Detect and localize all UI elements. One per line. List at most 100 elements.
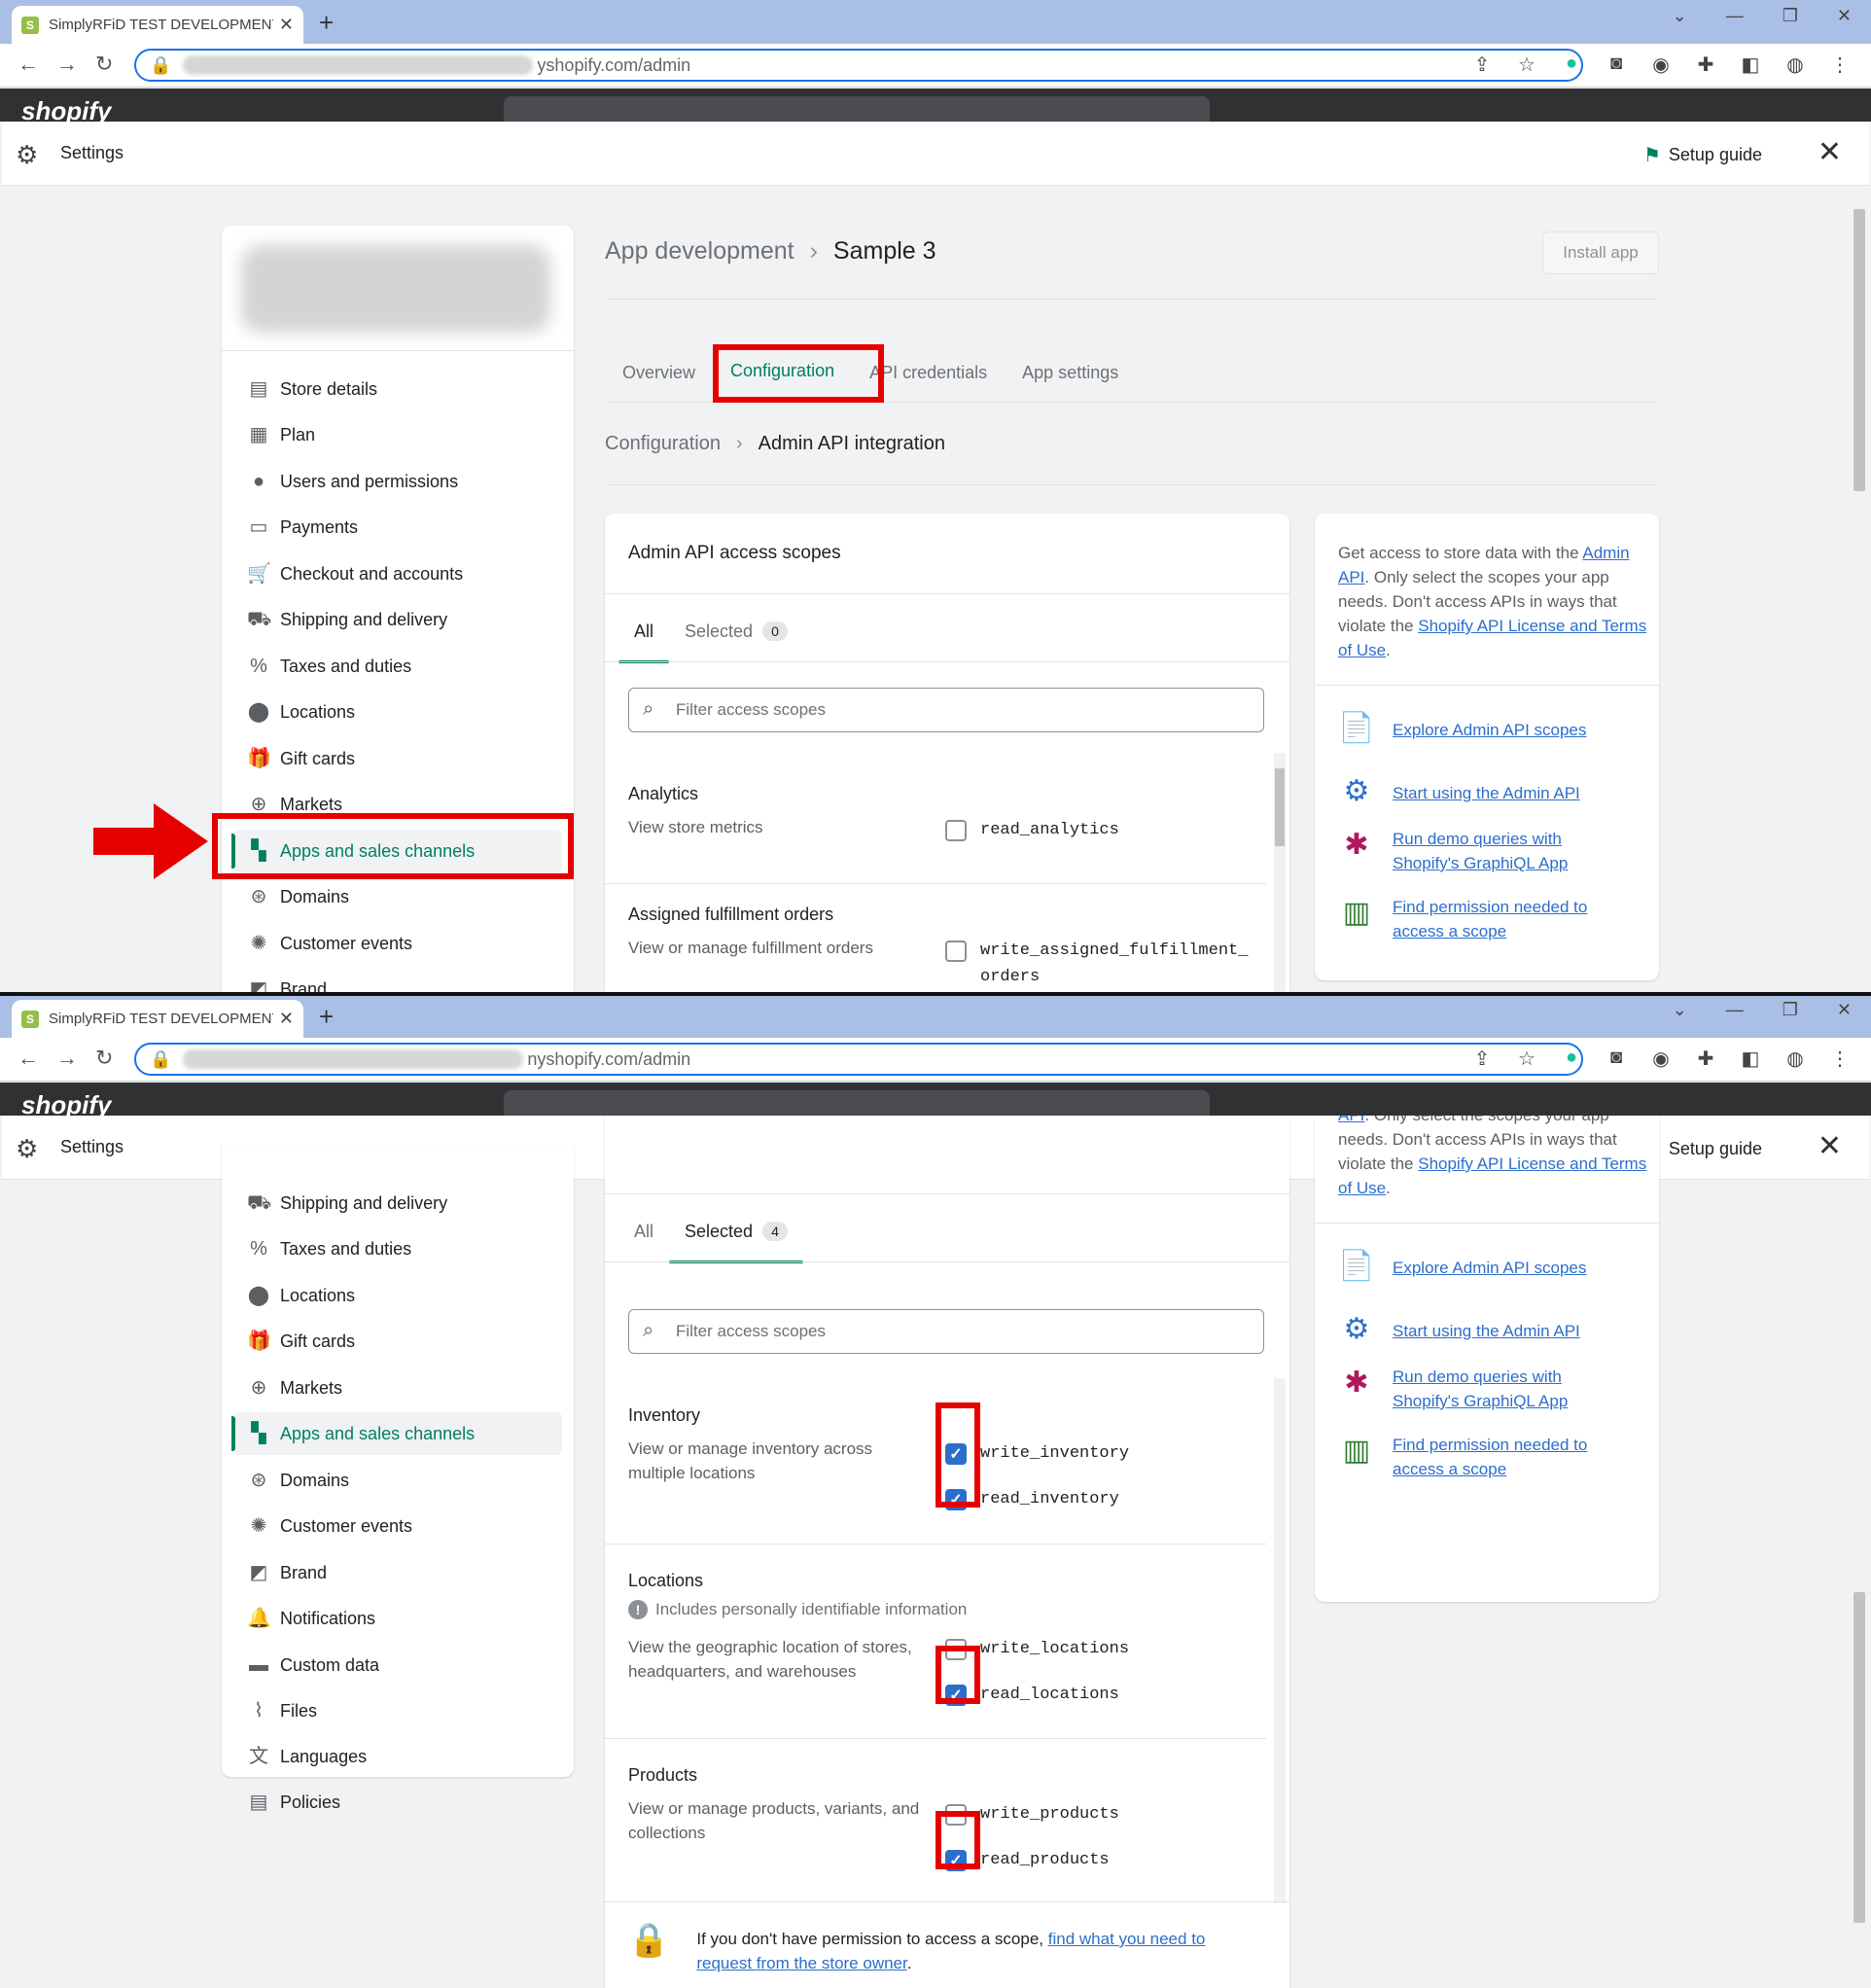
resource-explore-scopes[interactable]: 📄 Explore Admin API scopes: [1338, 710, 1586, 747]
filter-scopes-input[interactable]: ⌕ Filter access scopes: [628, 688, 1264, 732]
sidepanel-icon[interactable]: ◧: [1739, 1047, 1762, 1071]
sidebar-item-notifications[interactable]: 🔔 Notifications: [233, 1597, 562, 1640]
scrollbar-thumb[interactable]: [1853, 1592, 1865, 1923]
sidebar-item-store-details[interactable]: ▤ Store details: [233, 368, 562, 410]
puzzle-icon[interactable]: ✚: [1694, 1047, 1717, 1071]
sidebar-item-brand[interactable]: ◩ Brand: [233, 968, 562, 994]
tab-overview[interactable]: Overview: [605, 345, 713, 400]
resource-graphiql[interactable]: ✱ Run demo queries with Shopify's GraphiQ…: [1338, 827, 1587, 875]
browser-tab[interactable]: S SimplyRFiD TEST DEVELOPMENT ✕: [12, 6, 303, 44]
back-icon[interactable]: ←: [18, 1046, 39, 1071]
resource-start-admin-api[interactable]: ⚙ Start using the Admin API: [1338, 773, 1580, 810]
close-tab-icon[interactable]: ✕: [279, 15, 294, 35]
sidebar-item-files[interactable]: ⌇ Files: [233, 1689, 562, 1732]
setup-guide-button[interactable]: ⚑Setup guide: [1643, 1137, 1762, 1161]
url-field[interactable]: 🔒 yshopify.com/admin: [134, 49, 1583, 82]
tab-search-icon[interactable]: ⌄: [1673, 6, 1687, 26]
sidebar-item-markets[interactable]: ⊕ Markets: [233, 1367, 562, 1409]
resource-find-permission[interactable]: ▥ Find permission needed to access a scop…: [1338, 1433, 1606, 1481]
bookmark-star-icon[interactable]: ☆: [1515, 53, 1538, 77]
sidebar-item-payments[interactable]: ▭ Payments: [233, 506, 562, 549]
resource-graphiql[interactable]: ✱ Run demo queries with Shopify's GraphiQ…: [1338, 1365, 1587, 1413]
restore-icon[interactable]: ❐: [1783, 1000, 1798, 1020]
close-tab-icon[interactable]: ✕: [279, 1009, 294, 1029]
camera-icon[interactable]: ◙: [1605, 1047, 1628, 1071]
share-icon[interactable]: ⇪: [1470, 53, 1494, 77]
sidebar-item-apps[interactable]: ▚ Apps and sales channels: [231, 1412, 562, 1455]
breadcrumb-parent-link[interactable]: App development: [605, 237, 794, 266]
modal-scrollbar[interactable]: [1852, 1184, 1867, 1988]
sidebar-item-domains[interactable]: ⊛ Domains: [233, 875, 562, 918]
sidebar-item-customer-events[interactable]: ✺ Customer events: [233, 1505, 562, 1547]
forward-icon[interactable]: →: [56, 1046, 78, 1071]
reload-icon[interactable]: ↻: [95, 52, 113, 77]
profile-avatar-icon[interactable]: ◍: [1783, 1047, 1807, 1071]
sidebar-item-checkout[interactable]: 🛒 Checkout and accounts: [233, 552, 562, 595]
minimize-icon[interactable]: —: [1726, 1000, 1744, 1020]
restore-icon[interactable]: ❐: [1783, 6, 1798, 26]
modal-scrollbar[interactable]: [1852, 190, 1867, 994]
scope-write-assigned-fulfillment-orders[interactable]: write_assigned_fulfillment_ orders: [945, 938, 1248, 990]
grammarly-icon[interactable]: ●: [1560, 53, 1583, 77]
sidebar-item-gift-cards[interactable]: 🎁 Gift cards: [233, 1320, 562, 1363]
sidebar-item-policies[interactable]: ▤ Policies: [233, 1781, 562, 1824]
window-close-icon[interactable]: ✕: [1837, 1000, 1852, 1020]
menu-kebab-icon[interactable]: ⋮: [1828, 53, 1852, 77]
tab-app-settings[interactable]: App settings: [1005, 345, 1136, 400]
tab-selected[interactable]: Selected 0: [669, 601, 803, 661]
tab-search-icon[interactable]: ⌄: [1673, 1000, 1687, 1020]
checkbox[interactable]: [945, 941, 967, 962]
sidebar-item-users[interactable]: ● Users and permissions: [233, 460, 562, 503]
grammarly-icon[interactable]: ●: [1560, 1047, 1583, 1071]
tab-selected[interactable]: Selected 4: [669, 1201, 803, 1263]
tab-all[interactable]: All: [618, 1201, 669, 1261]
sidebar-item-brand[interactable]: ◩ Brand: [233, 1551, 562, 1594]
scrollbar-thumb[interactable]: [1853, 209, 1865, 491]
sidebar-item-locations[interactable]: ⬤ Locations: [233, 691, 562, 733]
sidebar-item-shipping[interactable]: ⛟ Shipping and delivery: [233, 1182, 562, 1225]
menu-kebab-icon[interactable]: ⋮: [1828, 1047, 1852, 1071]
new-tab-icon[interactable]: +: [319, 1002, 334, 1032]
camera-icon[interactable]: ◙: [1605, 53, 1628, 77]
scopes-scrollbar[interactable]: [1274, 1378, 1286, 1903]
back-icon[interactable]: ←: [18, 52, 39, 77]
bookmark-star-icon[interactable]: ☆: [1515, 1047, 1538, 1071]
window-close-icon[interactable]: ✕: [1837, 6, 1852, 26]
scopes-scrollbar[interactable]: [1274, 753, 1286, 994]
sidepanel-icon[interactable]: ◧: [1739, 53, 1762, 77]
sidebar-item-domains[interactable]: ⊛ Domains: [233, 1459, 562, 1502]
url-field[interactable]: 🔒 nyshopify.com/admin: [134, 1043, 1583, 1076]
profile-avatar-icon[interactable]: ◍: [1783, 53, 1807, 77]
resource-explore-scopes[interactable]: 📄 Explore Admin API scopes: [1338, 1248, 1586, 1285]
forward-icon[interactable]: →: [56, 52, 78, 77]
sidebar-item-locations[interactable]: ⬤ Locations: [233, 1274, 562, 1317]
setup-guide-button[interactable]: ⚑Setup guide: [1643, 143, 1762, 167]
sidebar-item-shipping[interactable]: ⛟ Shipping and delivery: [233, 598, 562, 641]
minimize-icon[interactable]: —: [1726, 6, 1744, 26]
scopes-scrollbar-thumb[interactable]: [1275, 768, 1285, 846]
resource-start-admin-api[interactable]: ⚙ Start using the Admin API: [1338, 1311, 1580, 1348]
checkbox[interactable]: [945, 820, 967, 841]
filter-scopes-input[interactable]: ⌕ Filter access scopes: [628, 1309, 1264, 1354]
tab-all[interactable]: All: [618, 601, 670, 663]
configuration-link[interactable]: Configuration: [605, 433, 721, 455]
eye-icon[interactable]: ◉: [1649, 53, 1673, 77]
resource-find-permission[interactable]: ▥ Find permission needed to access a scop…: [1338, 895, 1606, 943]
sidebar-item-taxes[interactable]: % Taxes and duties: [233, 645, 562, 688]
new-tab-icon[interactable]: +: [319, 8, 334, 38]
scope-read-analytics[interactable]: read_analytics: [945, 817, 1119, 843]
close-icon[interactable]: ✕: [1818, 135, 1842, 169]
eye-icon[interactable]: ◉: [1649, 1047, 1673, 1071]
sidebar-item-customer-events[interactable]: ✺ Customer events: [233, 922, 562, 965]
puzzle-icon[interactable]: ✚: [1694, 53, 1717, 77]
install-app-button[interactable]: Install app: [1542, 231, 1659, 274]
sidebar-item-plan[interactable]: ▦ Plan: [233, 413, 562, 456]
sidebar-item-gift-cards[interactable]: 🎁 Gift cards: [233, 737, 562, 780]
sidebar-item-languages[interactable]: 文 Languages: [233, 1735, 562, 1778]
reload-icon[interactable]: ↻: [95, 1046, 113, 1071]
close-icon[interactable]: ✕: [1818, 1129, 1842, 1163]
share-icon[interactable]: ⇪: [1470, 1047, 1494, 1071]
sidebar-item-custom-data[interactable]: ▬ Custom data: [233, 1644, 562, 1686]
sidebar-item-taxes[interactable]: % Taxes and duties: [233, 1227, 562, 1270]
browser-tab[interactable]: S SimplyRFiD TEST DEVELOPMENT ✕: [12, 1000, 303, 1038]
